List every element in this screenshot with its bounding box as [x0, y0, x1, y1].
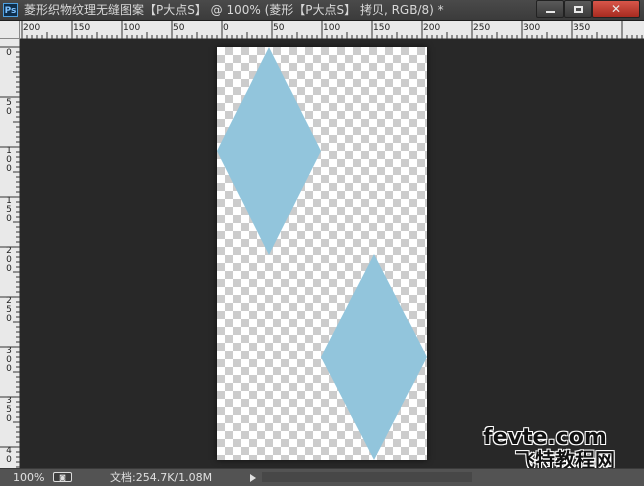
ruler-top-label: 50: [273, 23, 285, 33]
document-canvas[interactable]: [217, 47, 427, 460]
ruler-left-label: 350: [6, 396, 12, 424]
ruler-left-label: 300: [6, 346, 12, 374]
canvas-artwork: [217, 47, 427, 460]
ruler-left-label: 150: [6, 196, 12, 224]
ruler-top-label: 300: [523, 23, 541, 33]
photoshop-logo-icon: Ps: [3, 3, 18, 17]
minimize-icon: [545, 10, 555, 13]
ruler-left-label: 100: [6, 146, 12, 174]
minimize-button[interactable]: [536, 0, 564, 18]
ruler-left-label: 40: [6, 446, 12, 465]
horizontal-scrollbar[interactable]: [262, 472, 472, 482]
ruler-left-label: 250: [6, 296, 12, 324]
ruler-top-label: 100: [323, 23, 341, 33]
ruler-top-label: 200: [23, 23, 41, 33]
right-arrow-icon[interactable]: [250, 474, 256, 482]
ruler-top-label: 150: [73, 23, 91, 33]
status-bar: 100% ◙ 文档:254.7K/1.08M: [0, 468, 644, 486]
maximize-icon: [573, 5, 583, 13]
document-workspace[interactable]: [20, 39, 644, 468]
ruler-left-label: 200: [6, 246, 12, 274]
preview-icon[interactable]: ◙: [53, 472, 72, 482]
watermark-domain: fevte.com: [483, 425, 607, 450]
ruler-top-label: 200: [423, 23, 441, 33]
ruler-top-label: 0: [223, 23, 229, 33]
ruler-left-label: 50: [6, 98, 12, 117]
zoom-level-field[interactable]: 100%: [13, 471, 44, 484]
maximize-button[interactable]: [564, 0, 592, 18]
close-button[interactable]: ✕: [592, 0, 640, 18]
ruler-top-label: 250: [473, 23, 491, 33]
document-tab-title[interactable]: 菱形织物纹理无缝图案【P大点S】 @ 100% (菱形【P大点S】 拷贝, RG…: [24, 3, 444, 17]
ruler-top-label: 50: [173, 23, 185, 33]
close-icon: ✕: [610, 2, 622, 16]
document-size-info: 文档:254.7K/1.08M: [110, 471, 213, 484]
title-bar: Ps 菱形织物纹理无缝图案【P大点S】 @ 100% (菱形【P大点S】 拷贝,…: [0, 0, 644, 21]
ruler-left-label: 0: [6, 48, 12, 58]
ruler-top-label: 100: [123, 23, 141, 33]
ruler-origin-corner[interactable]: [0, 21, 20, 39]
ruler-top-label: 350: [573, 23, 591, 33]
diamond-shape-lower: [321, 254, 427, 460]
horizontal-ruler[interactable]: 200 150 100 50 0 50 100 150 200 250 300 …: [20, 21, 644, 39]
site-watermark: fevte.com 飞特教程网: [480, 426, 640, 474]
vertical-ruler[interactable]: 0 50 100 150 200 250 300 350 40: [0, 39, 20, 468]
ruler-top-label: 150: [373, 23, 391, 33]
diamond-shape-upper: [217, 47, 321, 255]
